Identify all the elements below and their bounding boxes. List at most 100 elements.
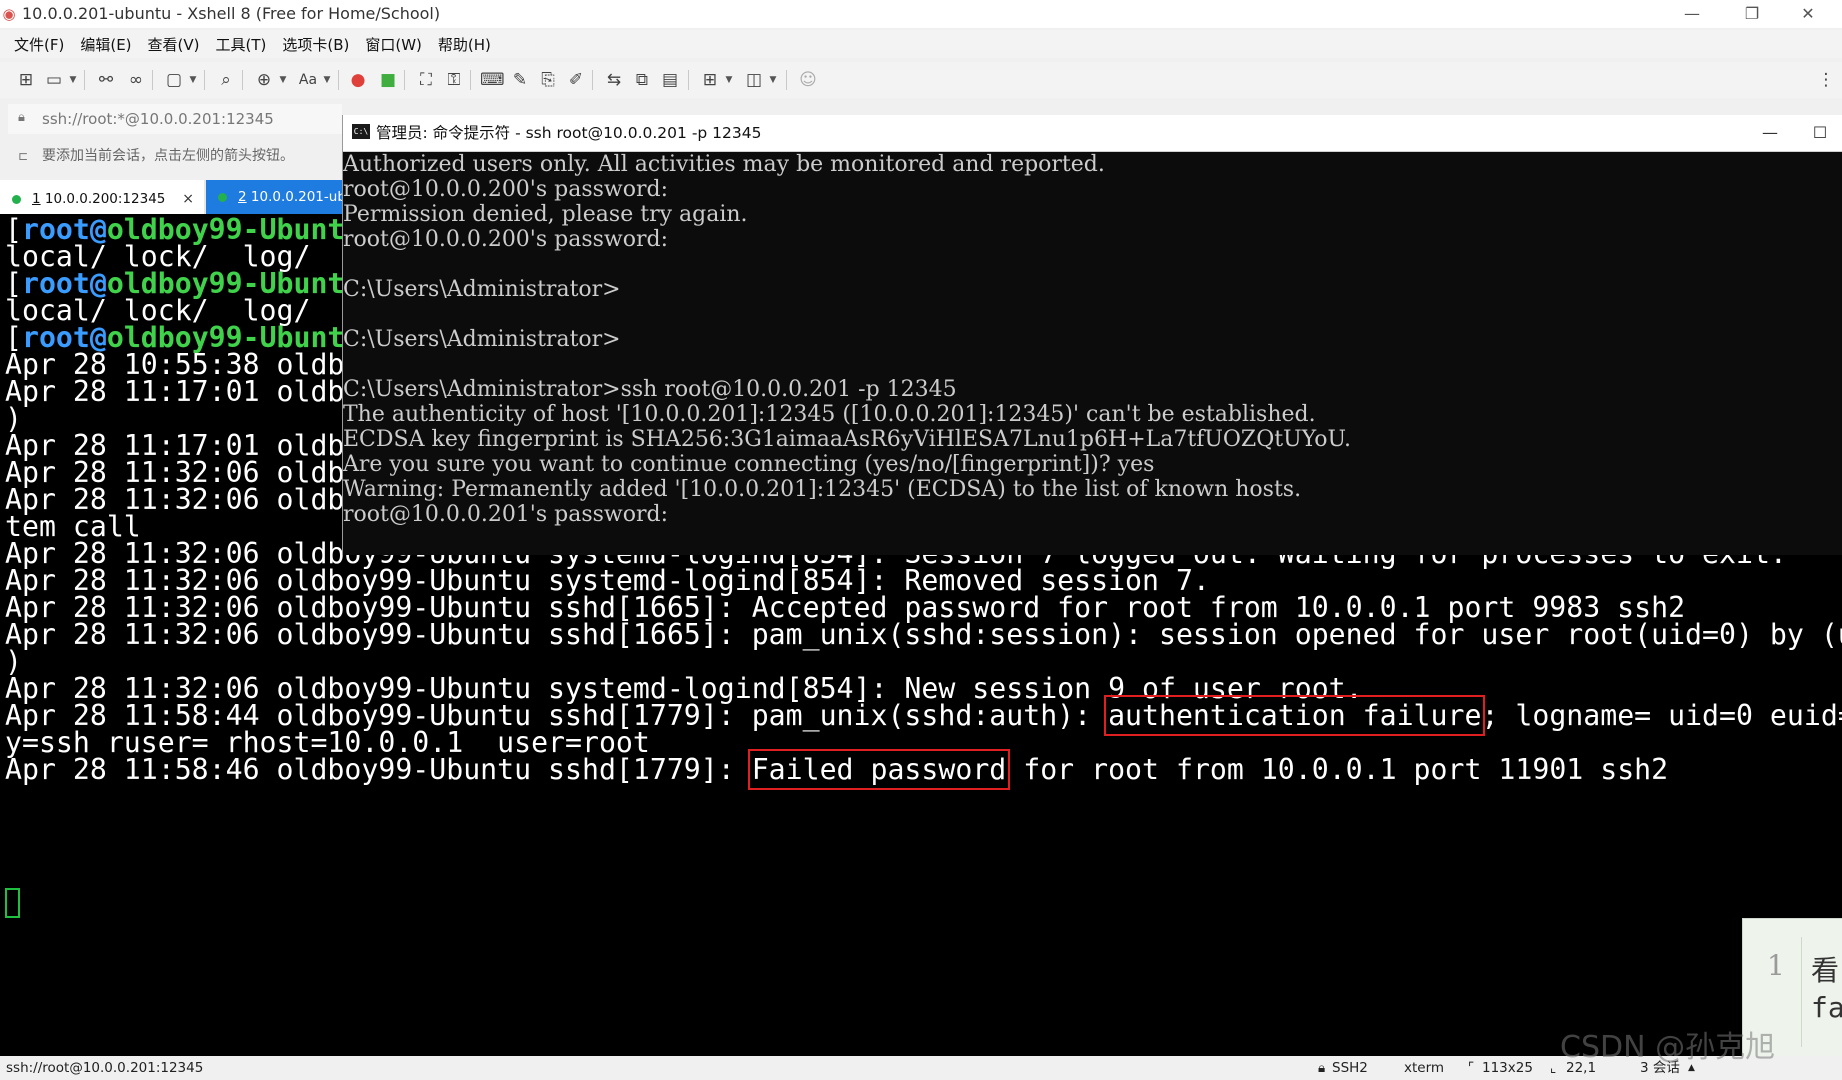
editor-line-number: 1 xyxy=(1767,949,1785,982)
xftp-icon[interactable]: ■ xyxy=(376,68,400,92)
xshell-app-icon: ◉ xyxy=(2,5,16,23)
toolbar-divider xyxy=(470,70,471,90)
log-icon[interactable]: ✐ xyxy=(564,68,588,92)
address-bar[interactable]: 🔒︎ ssh://root:*@10.0.0.201:12345 xyxy=(8,104,342,134)
new-tab-icon[interactable]: ▢ xyxy=(162,68,186,92)
menu-bar: 文件(F) 编辑(E) 查看(V) 工具(T) 选项卡(B) 窗口(W) 帮助(… xyxy=(0,30,1842,58)
chat-icon[interactable]: ☺ xyxy=(796,68,820,92)
lock-icon[interactable]: ⚿ xyxy=(442,68,466,92)
cmd-line: The authenticity of host '[10.0.0.201]:1… xyxy=(343,402,1316,427)
add-session-icon[interactable]: ⊏ xyxy=(18,148,34,164)
tab-number: 1 xyxy=(32,191,41,207)
compose-icon[interactable]: ✎ xyxy=(508,68,532,92)
more-icon[interactable]: ⋮ xyxy=(1814,68,1838,92)
font-icon[interactable]: Aa xyxy=(296,68,320,92)
globe-icon[interactable]: ⊕ xyxy=(252,68,276,92)
chevron-down-icon[interactable]: ▼ xyxy=(68,68,78,92)
transfer-icon[interactable]: ⇆ xyxy=(602,68,626,92)
terminal-cursor xyxy=(5,888,20,918)
xshell-icon[interactable]: ● xyxy=(346,68,370,92)
tab-session-2[interactable]: 2 10.0.0.201-ubuntu xyxy=(206,180,342,214)
open-folder-icon[interactable]: ▭ xyxy=(42,68,66,92)
editor-text: fa xyxy=(1811,991,1842,1024)
cmd-line: C:\Users\Administrator>ssh root@10.0.0.2… xyxy=(343,377,957,402)
menu-file[interactable]: 文件(F) xyxy=(14,34,64,55)
status-terminal-type: xterm xyxy=(1404,1060,1445,1076)
cmd-title-bar[interactable]: C:\ 管理员: 命令提示符 - ssh root@10.0.0.201 -p … xyxy=(343,115,1842,152)
search-icon[interactable]: ⌕ xyxy=(214,68,238,92)
window-title-bar: ◉ 10.0.0.201-ubuntu - Xshell 8 (Free for… xyxy=(0,0,1842,28)
resize-icon: ⌜ xyxy=(1468,1060,1475,1076)
cmd-window[interactable]: C:\ 管理员: 命令提示符 - ssh root@10.0.0.201 -p … xyxy=(342,115,1842,555)
paste-icon[interactable]: ▤ xyxy=(658,68,682,92)
tab-label: 10.0.0.200:12345 xyxy=(44,191,166,207)
watermark: CSDN @孙克旭 xyxy=(1560,1030,1776,1065)
tab-number: 2 xyxy=(238,189,247,205)
copy-icon[interactable]: ⧉ xyxy=(630,68,654,92)
cmd-line: root@10.0.0.200's password: xyxy=(343,227,669,252)
fullscreen-icon[interactable]: ⛶ xyxy=(414,68,438,92)
failed-password-line: Apr 28 11:58:46 oldboy99-Ubuntu sshd[177… xyxy=(5,749,1669,790)
menu-edit[interactable]: 编辑(E) xyxy=(80,34,131,55)
toolbar-divider xyxy=(242,70,243,90)
log-suffix: ; logname= uid=0 euid=0 tt xyxy=(1481,699,1842,732)
cmd-output[interactable]: Authorized users only. All activities ma… xyxy=(343,152,1842,555)
cmd-line: Authorized users only. All activities ma… xyxy=(343,152,1105,177)
chevron-down-icon[interactable]: ▼ xyxy=(768,68,778,92)
terminal-line: Apr 28 11:17:01 oldbo xyxy=(5,375,362,408)
cmd-line: Warning: Permanently added '[10.0.0.201]… xyxy=(343,477,1302,502)
close-button[interactable]: ✕ xyxy=(1780,0,1836,28)
window-title: 10.0.0.201-ubuntu - Xshell 8 (Free for H… xyxy=(22,4,441,23)
cmd-line: root@10.0.0.201's password: xyxy=(343,502,669,527)
cmd-maximize-button[interactable]: ☐ xyxy=(1797,115,1842,151)
toolbar-divider xyxy=(152,70,153,90)
status-size: 113x25 xyxy=(1482,1060,1533,1076)
chevron-down-icon[interactable]: ▼ xyxy=(278,68,288,92)
failed-password-highlight: Failed password xyxy=(747,749,1011,790)
disconnect-icon[interactable]: ∞ xyxy=(124,68,148,92)
tab-label: 10.0.0.201-ubuntu xyxy=(250,189,342,205)
tab-bar: 1 10.0.0.200:12345 × 2 10.0.0.201-ubuntu xyxy=(0,180,342,214)
cmd-window-title: 管理员: 命令提示符 - ssh root@10.0.0.201 -p 1234… xyxy=(376,124,762,142)
menu-help[interactable]: 帮助(H) xyxy=(438,34,491,55)
status-connection: ssh://root@10.0.0.201:12345 xyxy=(6,1060,204,1076)
editor-text: 看 xyxy=(1811,954,1840,987)
cmd-minimize-button[interactable]: — xyxy=(1747,115,1793,151)
minimize-button[interactable]: — xyxy=(1664,0,1720,28)
cmd-line: Permission denied, please try again. xyxy=(343,202,748,227)
menu-tabs[interactable]: 选项卡(B) xyxy=(282,34,349,55)
cmd-line: C:\Users\Administrator> xyxy=(343,277,621,302)
script-icon[interactable]: ⎘ xyxy=(536,68,560,92)
toolbar-divider xyxy=(404,70,405,90)
cmd-line: C:\Users\Administrator> xyxy=(343,327,621,352)
toolbar-divider xyxy=(204,70,205,90)
menu-view[interactable]: 查看(V) xyxy=(148,34,200,55)
address-value[interactable]: ssh://root:*@10.0.0.201:12345 xyxy=(42,104,274,134)
add-icon[interactable]: ⊞ xyxy=(698,68,722,92)
chevron-down-icon[interactable]: ▼ xyxy=(322,68,332,92)
menu-window[interactable]: 窗口(W) xyxy=(365,34,422,55)
cmd-icon: C:\ xyxy=(352,124,370,139)
tab-session-1[interactable]: 1 10.0.0.200:12345 × xyxy=(0,180,204,214)
editor-gutter-divider xyxy=(1801,937,1802,1047)
chevron-down-icon[interactable]: ▼ xyxy=(724,68,734,92)
session-hint-bar: ⊏ 要添加当前会话，点击左侧的箭头按钮。 xyxy=(8,142,342,170)
toolbar-divider xyxy=(592,70,593,90)
toolbar-divider xyxy=(786,70,787,90)
cmd-line: Are you sure you want to continue connec… xyxy=(343,452,1155,477)
keyboard-icon[interactable]: ⌨ xyxy=(480,68,505,92)
cursor-position-icon: ⌞ xyxy=(1550,1060,1557,1076)
cmd-line: root@10.0.0.200's password: xyxy=(343,177,669,202)
menu-tools[interactable]: 工具(T) xyxy=(216,34,267,55)
connected-status-icon xyxy=(218,193,227,202)
restore-button[interactable]: ❐ xyxy=(1724,0,1780,28)
log-suffix: for root from 10.0.0.1 port 11901 ssh2 xyxy=(1006,753,1669,786)
chevron-down-icon[interactable]: ▼ xyxy=(188,68,198,92)
reconnect-icon[interactable]: ⚯ xyxy=(94,68,118,92)
log-prefix: Apr 28 11:58:46 oldboy99-Ubuntu sshd[177… xyxy=(5,753,752,786)
new-session-icon[interactable]: ⊞ xyxy=(14,68,38,92)
lock-icon: 🔒︎ xyxy=(18,110,25,125)
close-icon[interactable]: × xyxy=(182,182,194,214)
toolbar: ⊞ ▭ ▼ ⚯ ∞ ▢ ▼ ⌕ ⊕ ▼ Aa ▼ ● ■ ⛶ ⚿ ⌨ ✎ ⎘ ✐… xyxy=(0,62,1842,98)
layout-icon[interactable]: ◫ xyxy=(742,68,766,92)
